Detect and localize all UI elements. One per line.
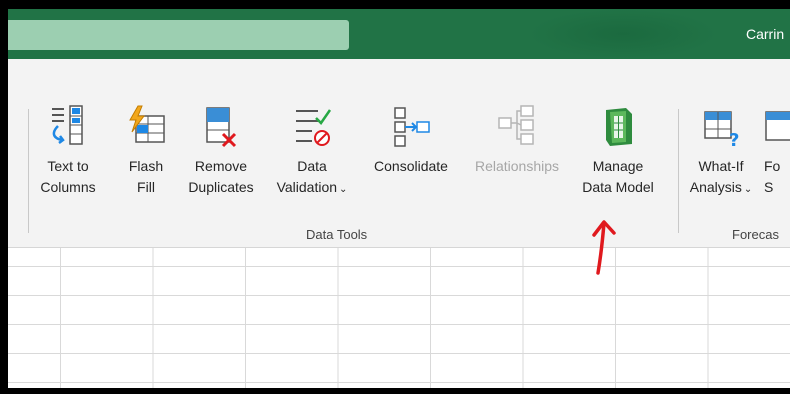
text-to-columns-button[interactable]: Text to Columns	[38, 104, 98, 198]
forecast-sheet-button[interactable]: Fo S	[764, 104, 790, 198]
user-name[interactable]: Carrin	[746, 26, 784, 42]
data-validation-icon	[264, 104, 360, 150]
flash-fill-button[interactable]: Flash Fill	[118, 104, 174, 198]
chevron-down-icon: ⌄	[339, 184, 348, 195]
consolidate-label: Consolidate	[374, 158, 448, 174]
text-to-columns-label-1: Text to	[47, 158, 89, 174]
group-separator	[28, 109, 29, 233]
relationships-icon	[465, 104, 569, 150]
flash-fill-label-1: Flash	[128, 158, 164, 174]
flash-fill-icon	[118, 104, 174, 150]
title-bar-decoration	[528, 9, 718, 59]
text-to-columns-icon	[38, 104, 98, 150]
text-to-columns-label-2: Columns	[40, 179, 96, 195]
consolidate-icon	[365, 104, 457, 150]
excel-window: Carrin Text to Columns Flash Fill Remove…	[8, 9, 790, 388]
ribbon: Text to Columns Flash Fill Remove Duplic…	[8, 59, 790, 248]
manage-data-model-icon	[570, 104, 666, 150]
what-if-analysis-button[interactable]: ? What-If Analysis ⌄	[686, 104, 756, 200]
chevron-down-icon: ⌄	[743, 184, 753, 195]
flash-fill-label-2: Fill	[137, 179, 155, 195]
forecast-sheet-label-1: Fo	[764, 158, 781, 174]
forecast-sheet-icon	[764, 104, 790, 150]
title-bar: Carrin	[8, 9, 790, 59]
what-if-analysis-label-2: Analysis	[689, 179, 742, 195]
group-label-forecast: Forecas	[732, 227, 779, 242]
data-validation-label-2: Validation	[276, 179, 338, 195]
data-validation-label-1: Data	[297, 158, 327, 174]
svg-text:?: ?	[729, 130, 739, 150]
remove-duplicates-button[interactable]: Remove Duplicates	[178, 104, 264, 198]
what-if-analysis-icon: ?	[686, 104, 756, 150]
remove-duplicates-label-2: Duplicates	[188, 179, 254, 195]
manage-data-model-button[interactable]: Manage Data Model	[570, 104, 666, 198]
manage-data-model-label-1: Manage	[592, 158, 644, 174]
manage-data-model-label-2: Data Model	[582, 179, 654, 195]
consolidate-button[interactable]: Consolidate	[365, 104, 457, 177]
data-validation-button[interactable]: Data Validation ⌄	[264, 104, 360, 200]
group-separator	[678, 109, 679, 233]
forecast-sheet-label-2: S	[764, 179, 774, 195]
remove-duplicates-icon	[178, 104, 264, 150]
what-if-analysis-label-1: What-If	[698, 158, 744, 174]
remove-duplicates-label-1: Remove	[194, 158, 248, 174]
relationships-label: Relationships	[474, 158, 560, 174]
search-box[interactable]	[8, 20, 349, 50]
worksheet-grid[interactable]	[8, 248, 790, 388]
annotation-arrow	[592, 220, 616, 275]
relationships-button[interactable]: Relationships	[465, 104, 569, 177]
group-label-data-tools: Data Tools	[306, 227, 368, 242]
